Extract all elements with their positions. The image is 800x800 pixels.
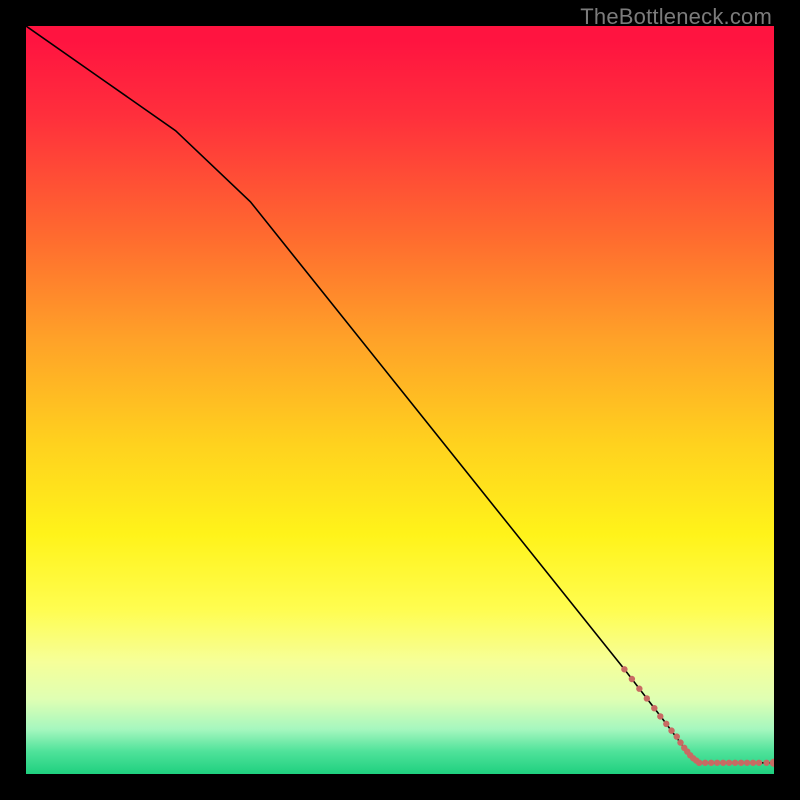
data-point [687, 752, 693, 758]
data-point [756, 760, 762, 766]
data-point [657, 713, 663, 719]
data-point [696, 760, 702, 766]
curve-line [26, 26, 774, 763]
data-point [684, 748, 690, 754]
data-markers [621, 666, 774, 767]
data-point [726, 760, 732, 766]
data-point [629, 676, 635, 682]
watermark-text: TheBottleneck.com [580, 4, 772, 30]
data-point [674, 733, 680, 739]
data-point [636, 686, 642, 692]
data-point [763, 760, 769, 766]
data-point [693, 757, 699, 763]
data-point [714, 760, 720, 766]
data-point [668, 727, 674, 733]
data-point [720, 760, 726, 766]
data-point [651, 705, 657, 711]
curve-path [26, 26, 774, 763]
data-point [677, 739, 683, 745]
data-point [681, 745, 687, 751]
data-point [696, 760, 702, 766]
data-point [663, 721, 669, 727]
data-point [770, 759, 774, 767]
data-point [690, 755, 696, 761]
data-point [744, 760, 750, 766]
data-point [644, 695, 650, 701]
data-point [732, 760, 738, 766]
data-point [702, 760, 708, 766]
chart-svg [26, 26, 774, 774]
plot-area [26, 26, 774, 774]
data-point [708, 760, 714, 766]
data-point [750, 760, 756, 766]
data-point [738, 760, 744, 766]
data-point [621, 666, 627, 672]
chart-frame: TheBottleneck.com [0, 0, 800, 800]
